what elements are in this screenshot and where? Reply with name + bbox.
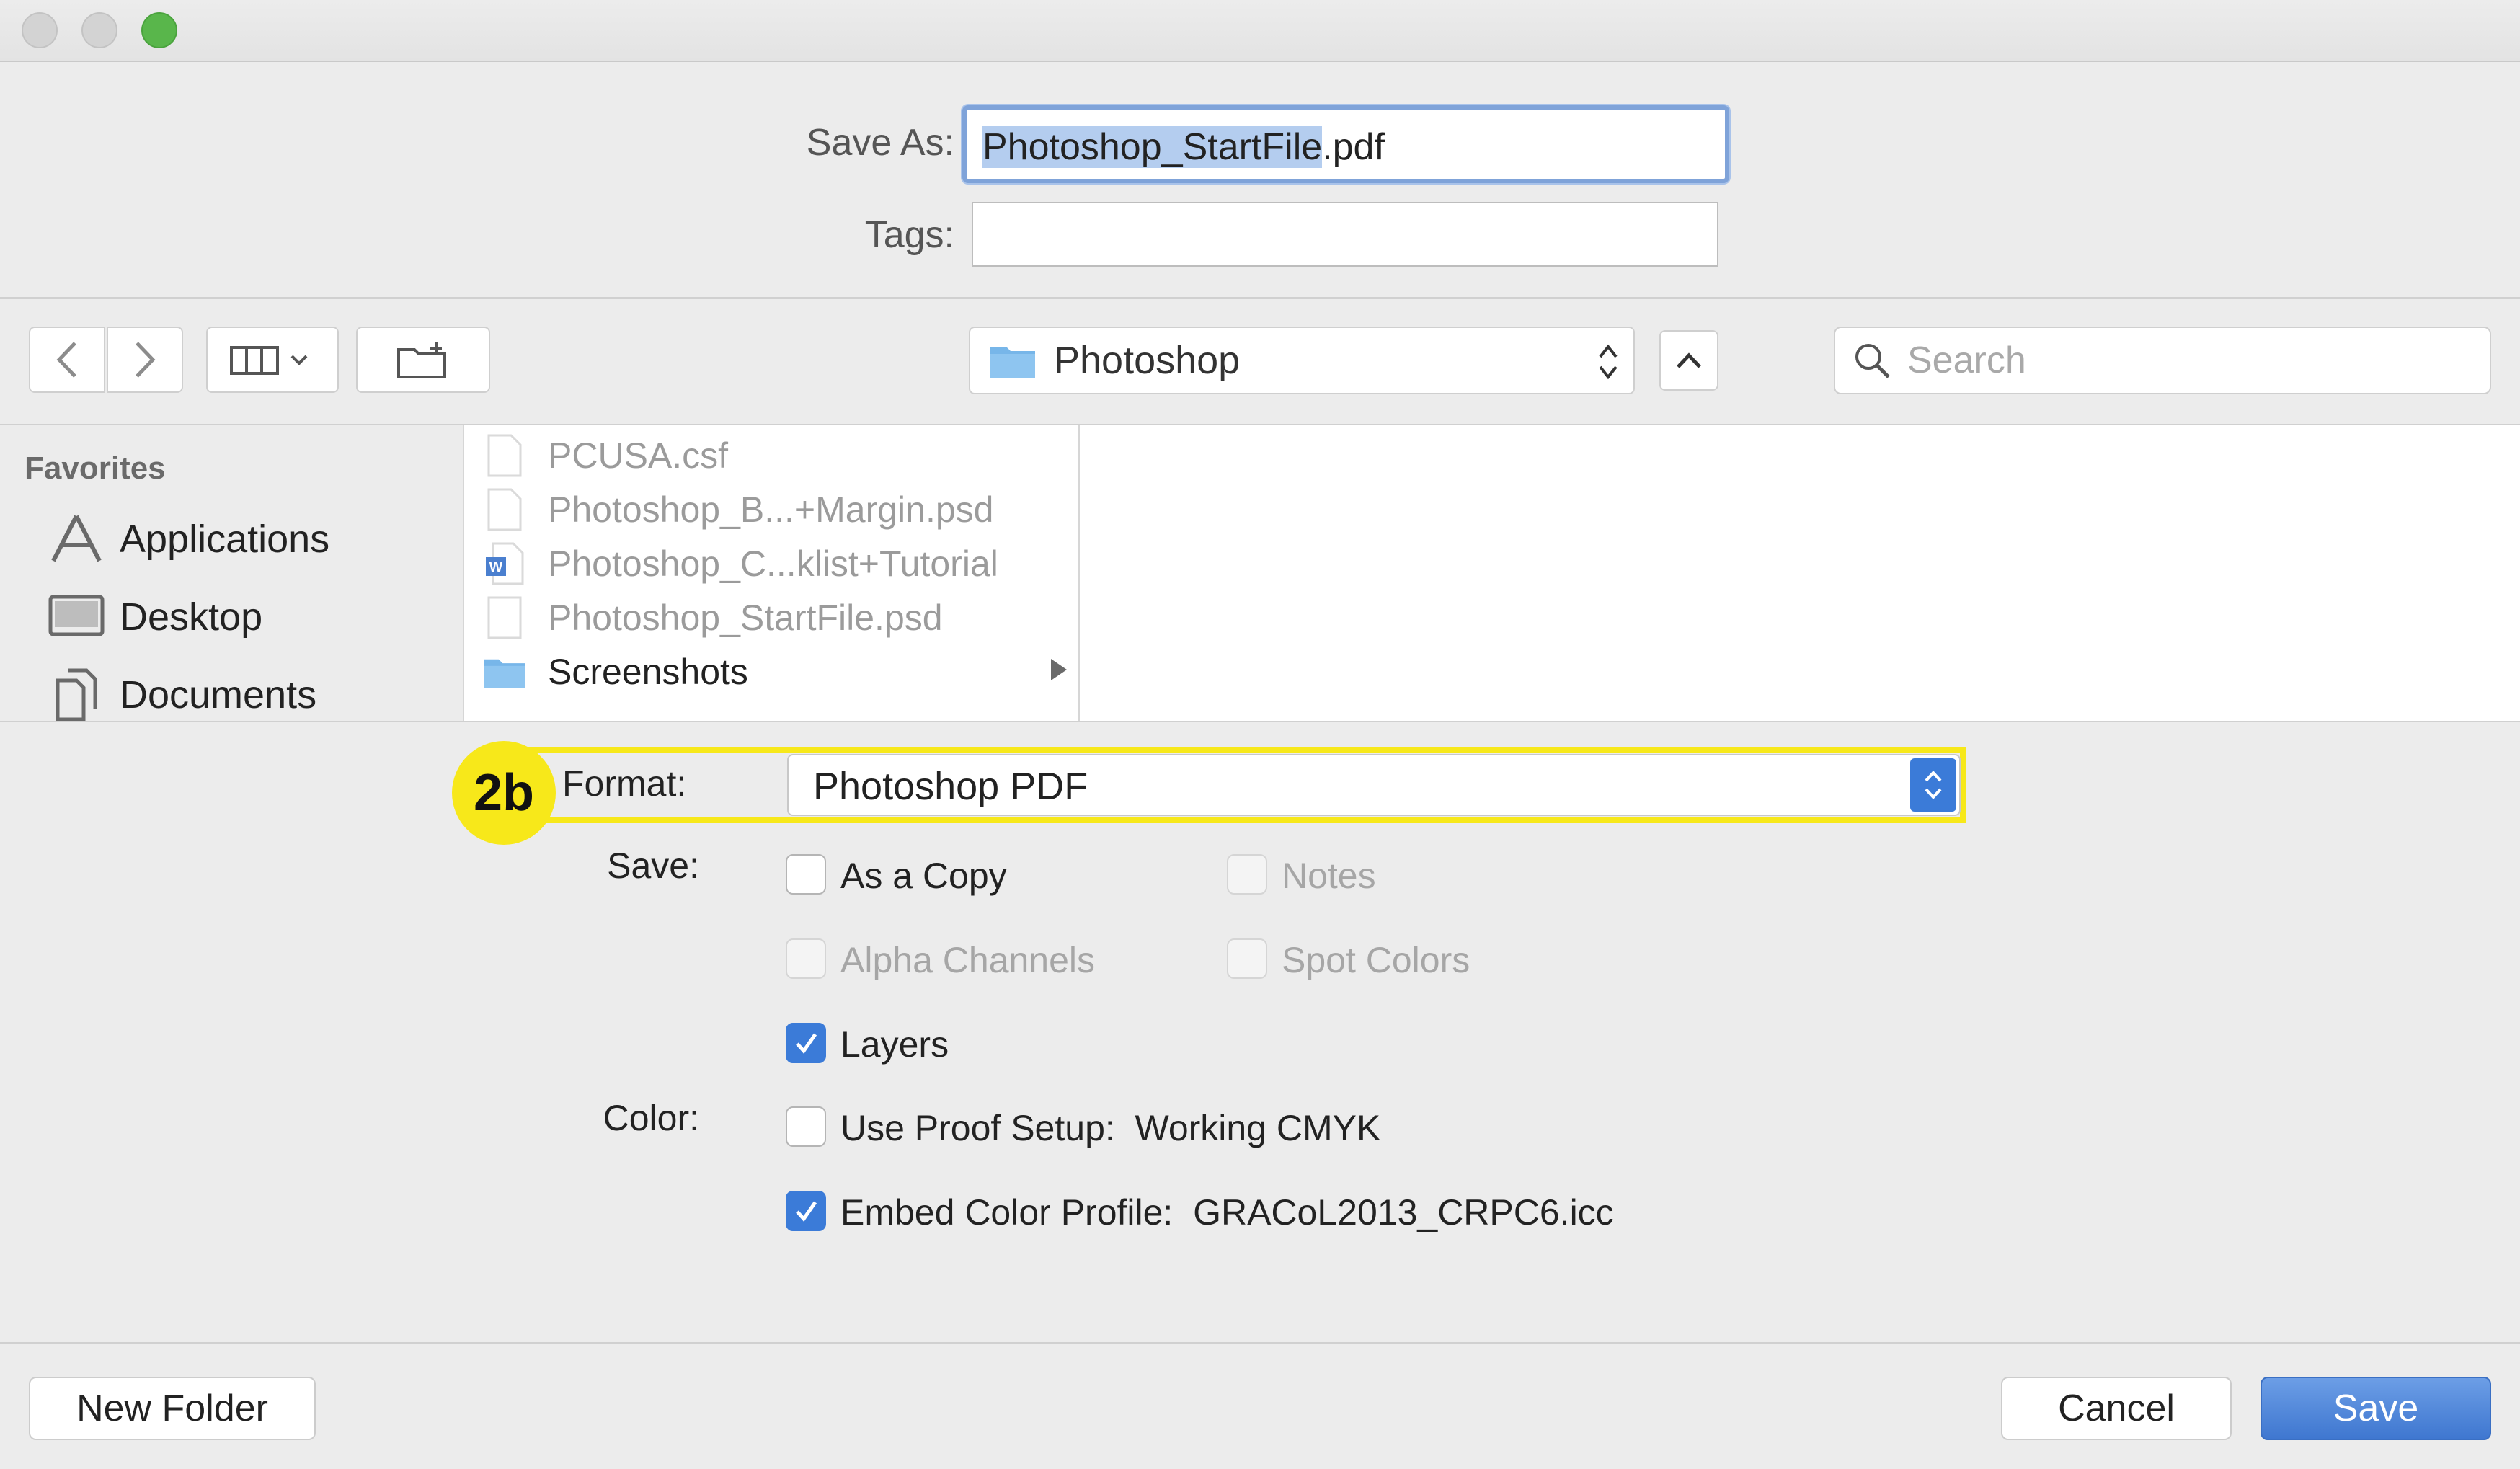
layers-label: Layers — [840, 1024, 949, 1065]
document-icon — [483, 487, 526, 533]
as-a-copy-label: As a Copy — [840, 856, 1007, 896]
use-proof-setup-checkbox[interactable] — [786, 1106, 826, 1147]
layers-checkbox[interactable] — [786, 1023, 826, 1063]
new-folder-icon — [397, 342, 446, 378]
minimize-window-button[interactable] — [81, 12, 117, 48]
search-field[interactable]: Search — [1834, 327, 2491, 394]
columns-view-icon — [230, 346, 308, 375]
file-name: Photoshop_C...klist+Tutorial — [548, 543, 998, 584]
notes-label: Notes — [1282, 856, 1376, 896]
sidebar-item-desktop[interactable]: Desktop — [48, 588, 262, 646]
search-placeholder: Search — [1907, 339, 2026, 381]
documents-icon — [48, 666, 105, 724]
desktop-icon — [48, 588, 105, 646]
document-icon — [483, 432, 526, 479]
divider — [0, 297, 2520, 299]
list-item[interactable]: PCUSA.csf — [483, 430, 728, 481]
updown-arrows-icon — [1599, 344, 1618, 380]
sidebar-item-label: Desktop — [120, 595, 263, 639]
file-name: PCUSA.csf — [548, 435, 729, 476]
close-window-button[interactable] — [22, 12, 58, 48]
filename-selection: Photoshop_StartFile — [982, 126, 1323, 168]
chevron-left-icon — [56, 342, 76, 378]
applications-icon — [48, 510, 105, 568]
zoom-window-button[interactable] — [141, 12, 177, 48]
save-as-input[interactable]: Photoshop_StartFile.pdf — [962, 105, 1729, 183]
chevron-right-icon — [136, 342, 156, 378]
list-item[interactable]: W Photoshop_C...klist+Tutorial — [483, 538, 998, 590]
sidebar-item-label: Applications — [120, 518, 330, 561]
list-item[interactable]: Screenshots — [483, 646, 748, 698]
save-as-label: Save As: — [806, 122, 954, 164]
cancel-button[interactable]: Cancel — [2001, 1377, 2232, 1440]
view-mode-button[interactable] — [206, 327, 339, 393]
chevron-up-icon — [1677, 352, 1701, 368]
embed-color-profile-label: Embed Color Profile: GRACoL2013_CRPC6.ic… — [840, 1192, 1614, 1233]
save-button[interactable]: Save — [2261, 1377, 2491, 1440]
sidebar-item-label: Documents — [120, 673, 317, 716]
list-item[interactable]: Photoshop_B...+Margin.psd — [483, 484, 993, 536]
color-options-label: Color: — [603, 1098, 699, 1138]
file-name: Screenshots — [548, 652, 748, 692]
format-label: Format: — [562, 763, 687, 804]
checkmark-icon — [796, 1201, 817, 1222]
disclosure-triangle-icon — [1051, 659, 1067, 680]
divider — [0, 721, 2520, 722]
spot-colors-checkbox[interactable] — [1227, 938, 1267, 979]
file-name: Photoshop_StartFile.psd — [548, 598, 943, 638]
format-select-arrow[interactable] — [1910, 758, 1956, 812]
favorites-heading: Favorites — [25, 451, 166, 486]
alpha-channels-checkbox[interactable] — [786, 938, 826, 979]
folder-icon — [483, 649, 526, 695]
format-value: Photoshop PDF — [813, 765, 1088, 808]
title-bar — [0, 0, 2520, 62]
step-callout-badge: 2b — [452, 741, 556, 845]
svg-text:W: W — [489, 559, 503, 575]
document-icon — [483, 595, 526, 641]
search-icon — [1855, 344, 1890, 378]
spot-colors-label: Spot Colors — [1282, 940, 1470, 980]
format-select[interactable]: Photoshop PDF — [787, 754, 1961, 816]
divider — [0, 1342, 2520, 1344]
as-a-copy-checkbox[interactable] — [786, 854, 826, 895]
embed-color-profile-checkbox[interactable] — [786, 1191, 826, 1231]
folder-icon — [990, 347, 1035, 378]
new-folder-button[interactable]: New Folder — [29, 1377, 316, 1440]
filename-extension: .pdf — [1322, 126, 1385, 168]
tags-input[interactable] — [972, 202, 1718, 267]
sidebar-item-documents[interactable]: Documents — [48, 666, 316, 724]
word-document-icon: W — [483, 541, 526, 587]
location-name: Photoshop — [1054, 339, 1241, 382]
notes-checkbox[interactable] — [1227, 854, 1267, 895]
list-item[interactable]: Photoshop_StartFile.psd — [483, 592, 943, 644]
tags-label: Tags: — [864, 214, 954, 256]
use-proof-setup-label: Use Proof Setup: Working CMYK — [840, 1108, 1381, 1148]
toggle-expanded-button[interactable] — [1659, 330, 1718, 391]
forward-button[interactable] — [107, 327, 183, 393]
location-popup[interactable]: Photoshop — [969, 327, 1635, 394]
save-dialog: Save As: Photoshop_StartFile.pdf Tags: P… — [0, 0, 2520, 1469]
checkmark-icon — [796, 1033, 817, 1055]
preview-column — [1080, 425, 2520, 721]
alpha-channels-label: Alpha Channels — [840, 940, 1096, 980]
new-folder-toolbar-button[interactable] — [356, 327, 490, 393]
file-name: Photoshop_B...+Margin.psd — [548, 489, 994, 530]
sidebar-item-applications[interactable]: Applications — [48, 510, 329, 568]
updown-arrows-icon — [1925, 771, 1942, 799]
save-options-label: Save: — [607, 846, 699, 886]
back-button[interactable] — [29, 327, 105, 393]
